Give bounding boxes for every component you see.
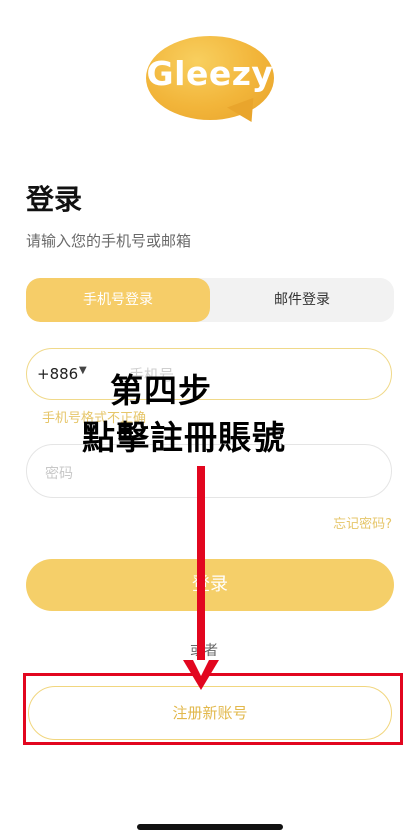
login-button[interactable]: 登录	[26, 559, 394, 611]
password-input[interactable]	[43, 455, 367, 491]
annotation-arrowhead-notch	[193, 660, 209, 676]
tab-email-login[interactable]: 邮件登录	[210, 278, 394, 322]
home-indicator	[137, 824, 283, 830]
country-code-selector[interactable]: +886	[37, 365, 78, 383]
page-title: 登录	[26, 183, 83, 216]
annotation-step-label: 第四步	[110, 371, 212, 410]
page-subtitle: 请输入您的手机号或邮箱	[26, 232, 192, 250]
caret-down-icon[interactable]: ▼	[79, 365, 87, 376]
login-method-tabs: 手机号登录 邮件登录	[26, 278, 394, 322]
gleezy-logo: Gleezy	[146, 36, 274, 129]
annotation-instruction: 點擊註冊賬號	[82, 418, 286, 457]
tab-phone-login[interactable]: 手机号登录	[26, 278, 210, 322]
annotation-arrow-shaft	[197, 466, 205, 666]
forgot-password-link[interactable]: 忘记密码?	[333, 513, 392, 532]
logo-text: Gleezy	[146, 54, 274, 93]
